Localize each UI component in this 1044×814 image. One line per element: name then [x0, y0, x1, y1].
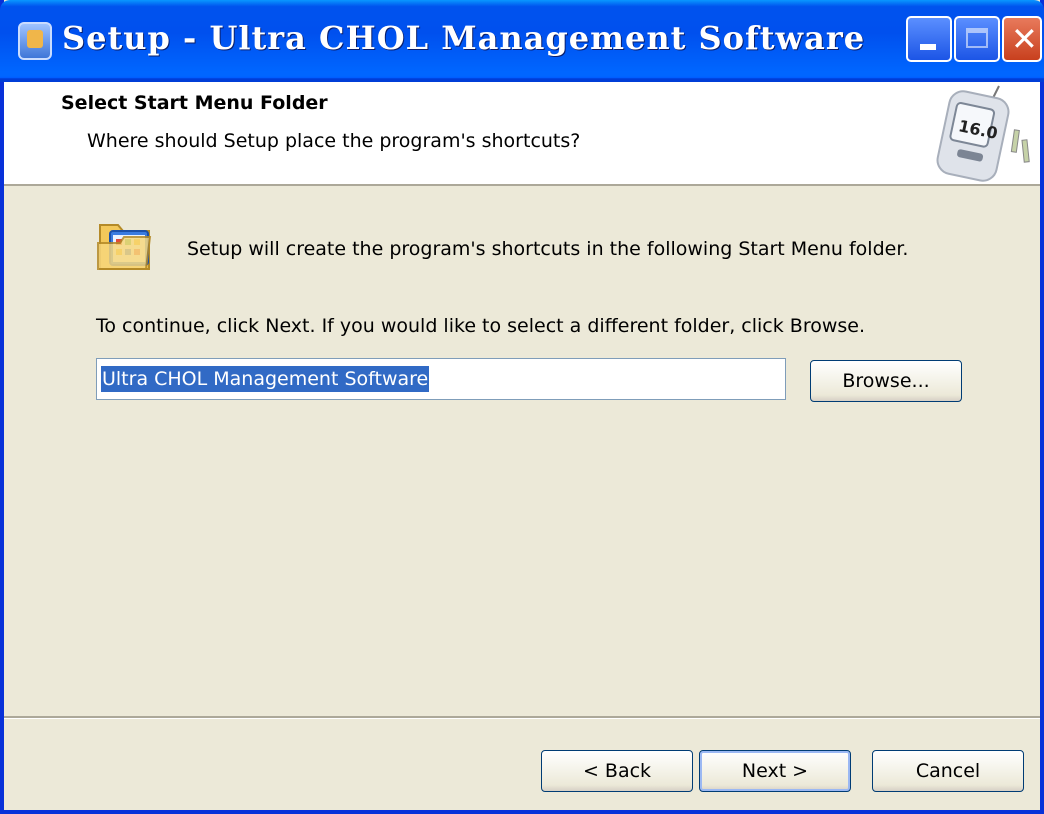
window-title: Setup - Ultra CHOL Management Software [62, 19, 866, 57]
glucose-meter-image: 16.0 [936, 85, 1030, 182]
maximize-button[interactable] [954, 16, 1000, 62]
page-subtitle: Where should Setup place the program's s… [87, 130, 581, 152]
browse-button-label: Browse... [842, 370, 930, 392]
cancel-button[interactable]: Cancel [872, 750, 1024, 792]
setup-window: Setup - Ultra CHOL Management Software ✕… [0, 0, 1044, 814]
back-button-label: < Back [582, 760, 652, 782]
minimize-icon [920, 44, 936, 50]
folder-input-value: Ultra CHOL Management Software [101, 366, 430, 392]
maximize-icon [966, 28, 988, 48]
next-button-label: Next > [741, 760, 809, 782]
next-button[interactable]: Next > [699, 750, 851, 792]
start-menu-folder-icon [97, 224, 152, 270]
close-button[interactable]: ✕ [1002, 16, 1042, 62]
wizard-header: Select Start Menu Folder Where should Se… [4, 82, 1040, 186]
close-icon: ✕ [1011, 20, 1038, 58]
cancel-button-label: Cancel [915, 760, 981, 782]
back-button[interactable]: < Back [541, 750, 693, 792]
page-title: Select Start Menu Folder [61, 92, 328, 114]
title-bar[interactable]: Setup - Ultra CHOL Management Software ✕ [0, 0, 1044, 82]
app-icon [18, 22, 52, 60]
intro-text: Setup will create the program's shortcut… [187, 238, 909, 260]
instruction-text: To continue, click Next. If you would li… [96, 315, 866, 337]
start-menu-folder-input[interactable]: Ultra CHOL Management Software [96, 358, 786, 400]
minimize-button[interactable] [906, 16, 952, 62]
footer-divider [4, 716, 1040, 719]
browse-button[interactable]: Browse... [810, 360, 962, 402]
